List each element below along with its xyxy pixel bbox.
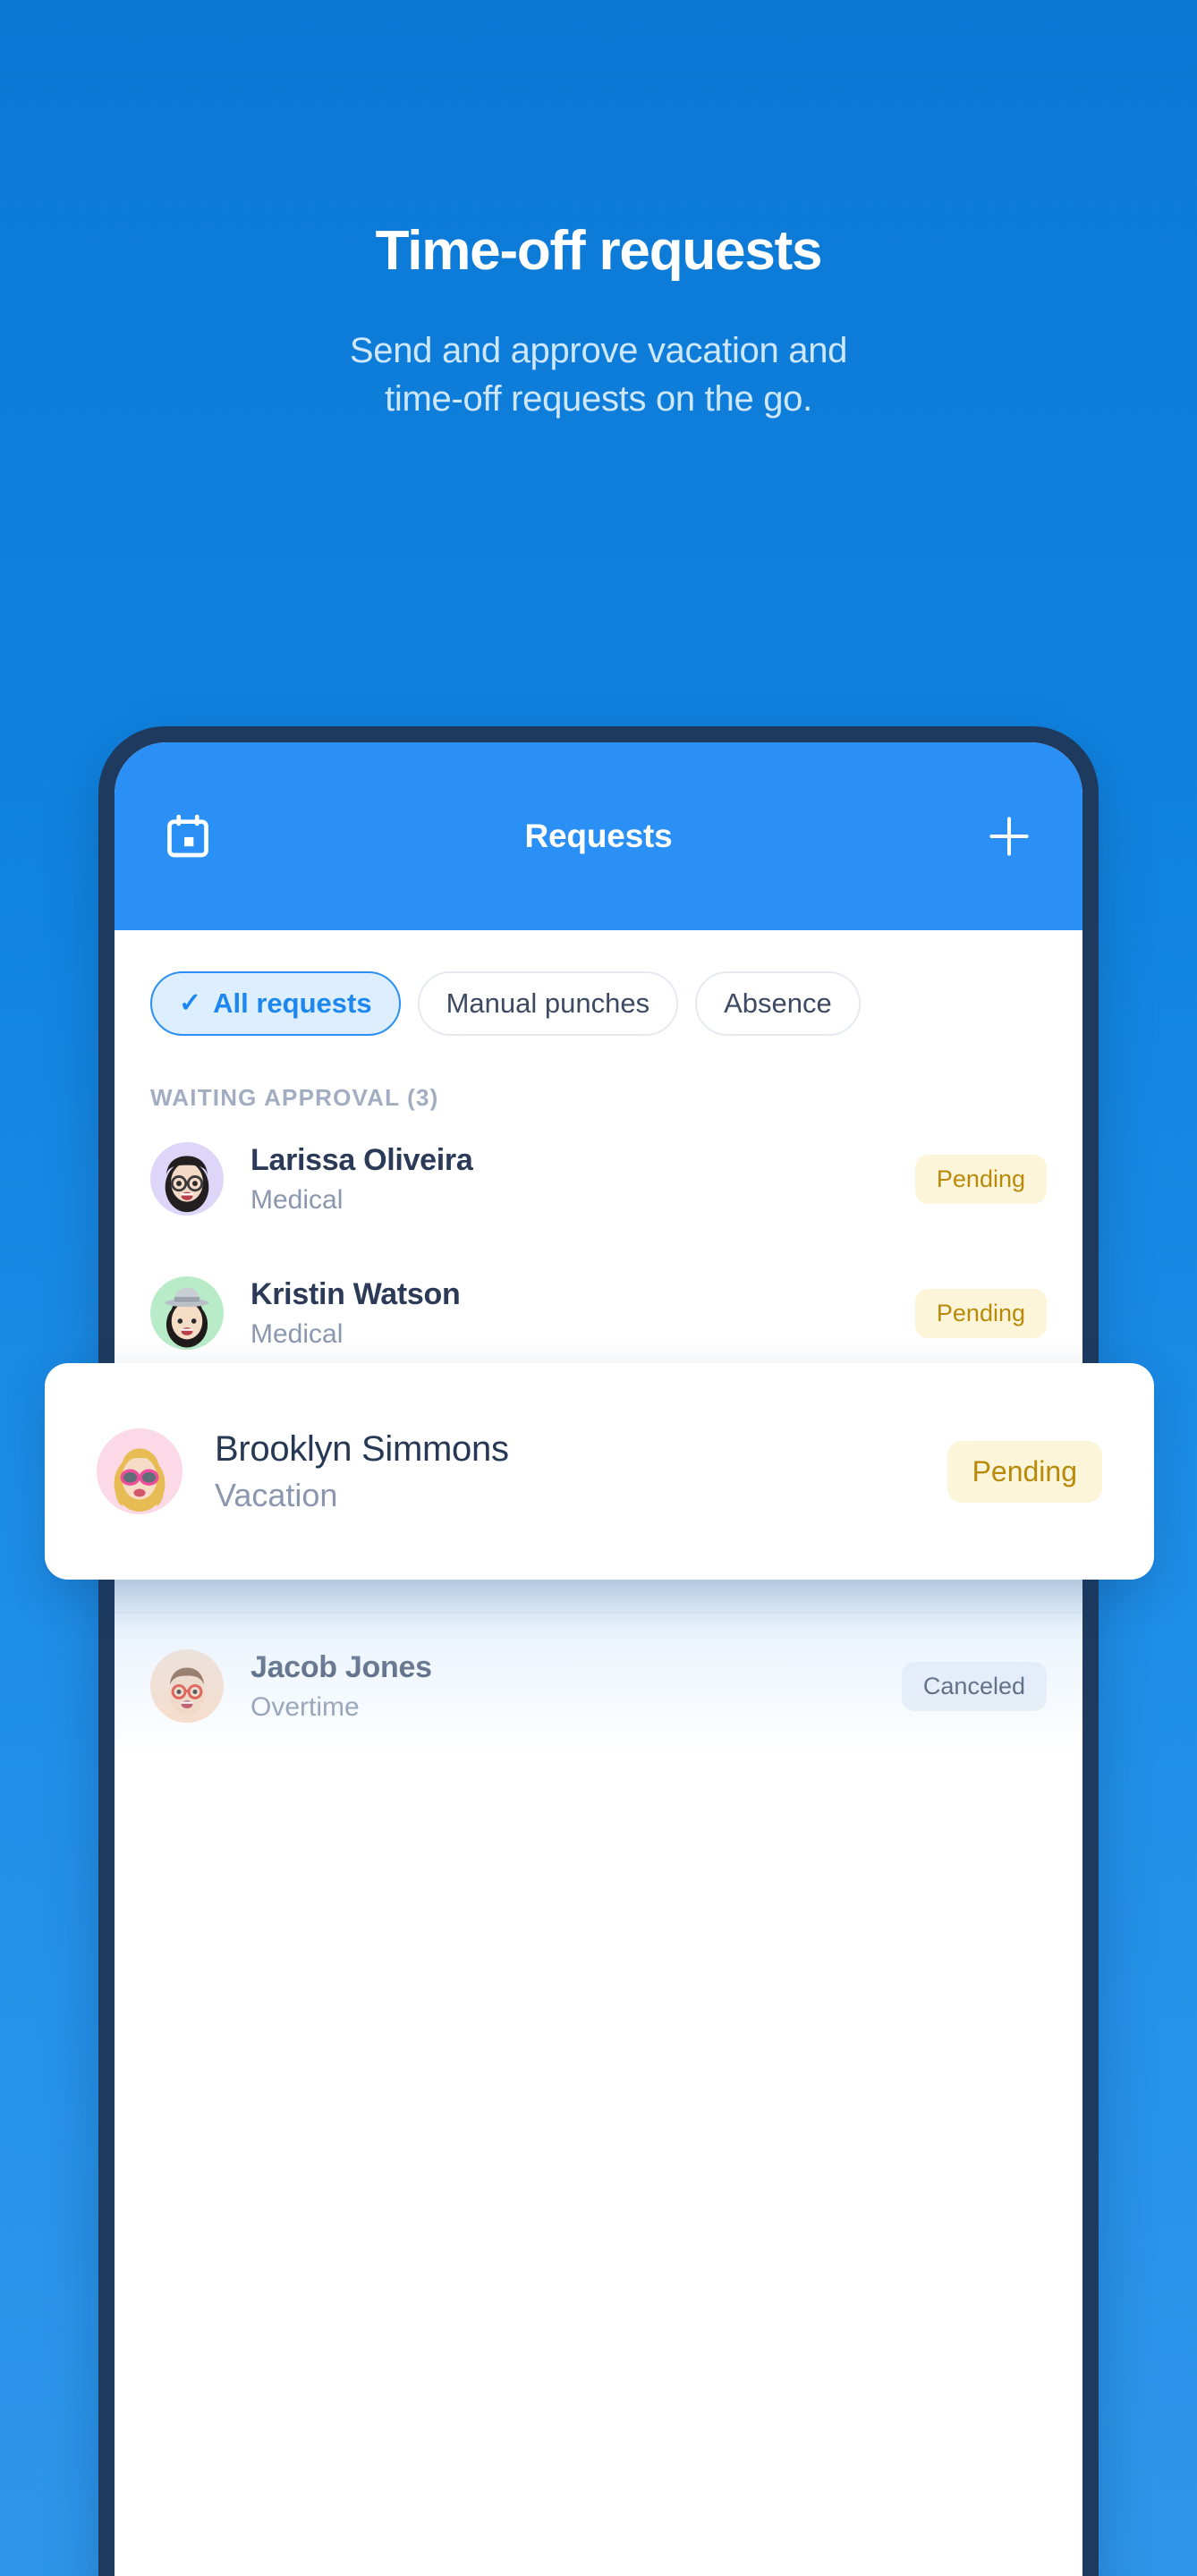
chip-all-requests-label: All requests: [213, 987, 372, 1019]
chip-manual-punches-label: Manual punches: [446, 987, 650, 1019]
avatar: [150, 1276, 224, 1350]
row-texts: Kristin Watson Medical: [250, 1277, 888, 1350]
promo-header: Time-off requests Send and approve vacat…: [0, 0, 1197, 424]
check-icon: ✓: [179, 988, 202, 1018]
row-name: Brooklyn Simmons: [215, 1428, 509, 1469]
status-badge: Pending: [914, 1154, 1047, 1204]
chip-absence[interactable]: Absence: [695, 971, 861, 1036]
filter-chips: ✓ All requests Manual punches Absence: [115, 930, 1082, 1036]
app-bar: Requests: [115, 742, 1082, 930]
memoji-larissa-icon: [165, 1156, 209, 1213]
row-texts: Larissa Oliveira Medical: [250, 1143, 888, 1216]
avatar: [150, 1142, 224, 1216]
avatar: [150, 1649, 224, 1723]
row-type: Overtime: [250, 1691, 360, 1722]
calendar-icon[interactable]: [163, 811, 213, 861]
phone-mockup: Requests ✓ All requests Manual punches A…: [98, 726, 1099, 2576]
chip-all-requests[interactable]: ✓ All requests: [150, 971, 401, 1036]
row-type: Medical: [250, 1184, 344, 1215]
chip-manual-punches[interactable]: Manual punches: [417, 971, 679, 1036]
status-badge: Pending: [914, 1288, 1047, 1338]
section-header-waiting-approval: WAITING APPROVAL (3): [150, 1084, 439, 1111]
row-texts: Jacob Jones Overtime: [250, 1650, 875, 1723]
promo-subtitle-line-1: Send and approve vacation and: [349, 331, 848, 371]
row-texts: Brooklyn Simmons Vacation: [215, 1429, 915, 1514]
phone-screen: Requests ✓ All requests Manual punches A…: [115, 742, 1082, 2576]
table-row[interactable]: Jacob Jones Overtime Canceled: [115, 1612, 1082, 1758]
avatar: [97, 1428, 183, 1514]
table-row[interactable]: Kristin Watson Medical Pending: [115, 1246, 1082, 1380]
row-name: Larissa Oliveira: [250, 1142, 473, 1177]
row-type: Vacation: [215, 1476, 338, 1513]
highlighted-request-card[interactable]: Brooklyn Simmons Vacation Pending: [45, 1363, 1154, 1580]
status-badge: Pending: [947, 1440, 1102, 1503]
memoji-jacob-icon: [169, 1667, 205, 1716]
row-type: Medical: [250, 1318, 344, 1349]
row-name: Jacob Jones: [250, 1649, 432, 1684]
status-badge: Canceled: [901, 1661, 1047, 1711]
page-title: Time-off requests: [375, 220, 823, 282]
memoji-kristin-icon: [165, 1287, 209, 1348]
chip-absence-label: Absence: [724, 987, 832, 1019]
memoji-brooklyn-icon: [114, 1448, 166, 1512]
table-row[interactable]: Larissa Oliveira Medical Pending: [115, 1112, 1082, 1246]
promo-subtitle-line-2: time-off requests on the go.: [385, 379, 812, 419]
promo-subtitle: Send and approve vacation and time-off r…: [0, 326, 1197, 424]
row-name: Kristin Watson: [250, 1276, 461, 1311]
app-bar-title: Requests: [524, 818, 673, 854]
plus-icon[interactable]: [984, 811, 1034, 861]
